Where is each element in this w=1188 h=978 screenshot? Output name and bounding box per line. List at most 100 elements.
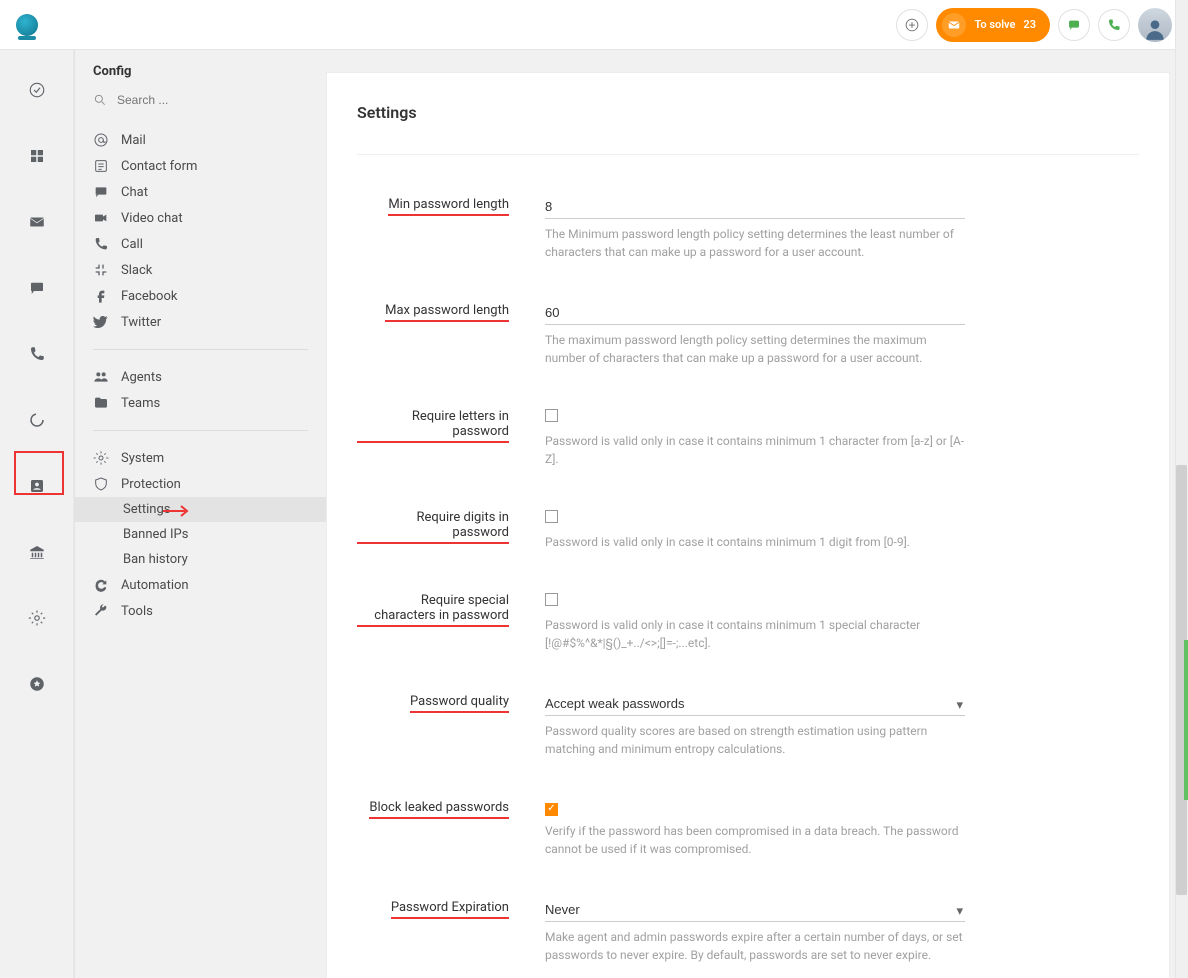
label-min-length: Min password length: [357, 197, 545, 216]
nav-mail[interactable]: Mail: [75, 127, 326, 153]
gear-icon: [93, 450, 109, 466]
add-button[interactable]: [896, 9, 928, 41]
people-icon: [93, 369, 109, 385]
nav-system[interactable]: System: [75, 445, 326, 471]
layout: Config Mail Contact form Chat Video chat…: [0, 50, 1188, 978]
row-quality: Password quality ▾ Password quality scor…: [357, 694, 1139, 758]
slack-icon: [93, 262, 109, 278]
rail-dashboard[interactable]: [17, 136, 57, 176]
main: Settings Min password length The Minimum…: [326, 50, 1188, 978]
nav-label: Ban history: [123, 552, 188, 567]
nav-call[interactable]: Call: [75, 231, 326, 257]
nav-label: Teams: [121, 396, 160, 411]
phone-button[interactable]: [1098, 9, 1130, 41]
help-min-length: The Minimum password length policy setti…: [545, 225, 965, 261]
checkbox-req-digits[interactable]: [545, 510, 558, 523]
phone-icon: [1107, 18, 1121, 32]
nav-label: Tools: [121, 604, 153, 619]
input-min-length[interactable]: [545, 197, 965, 219]
speech-icon: [28, 279, 46, 297]
rail-loading[interactable]: [17, 400, 57, 440]
chat-icon: [93, 184, 109, 200]
nav-label: Protection: [121, 477, 181, 492]
form-icon: [93, 158, 109, 174]
nav-contact-form[interactable]: Contact form: [75, 153, 326, 179]
nav-label: Call: [121, 237, 143, 252]
nav-slack[interactable]: Slack: [75, 257, 326, 283]
help-req-special: Password is valid only in case it contai…: [545, 616, 965, 652]
rail-bank[interactable]: [17, 532, 57, 572]
nav-tools[interactable]: Tools: [75, 598, 326, 624]
sidebar-channels: Mail Contact form Chat Video chat Call S…: [75, 119, 326, 343]
help-req-digits: Password is valid only in case it contai…: [545, 533, 965, 551]
rail-approve[interactable]: [17, 70, 57, 110]
nav-label: Contact form: [121, 159, 197, 174]
facebook-icon: [93, 288, 109, 304]
settings-panel: Settings Min password length The Minimum…: [326, 72, 1170, 978]
search-icon: [93, 93, 107, 107]
nav-ban-history[interactable]: Ban history: [75, 547, 326, 572]
sidebar-people: Agents Teams: [75, 356, 326, 424]
rail-contacts[interactable]: [17, 466, 57, 506]
bank-icon: [28, 543, 46, 561]
row-req-digits: Require digits in password Password is v…: [357, 510, 1139, 551]
shield-icon: [93, 476, 109, 492]
label-expiration: Password Expiration: [357, 900, 545, 919]
nav-automation[interactable]: Automation: [75, 572, 326, 598]
sidebar-search[interactable]: [75, 89, 326, 119]
nav-banned-ips[interactable]: Banned IPs: [75, 522, 326, 547]
help-req-letters: Password is valid only in case it contai…: [545, 432, 965, 468]
rail-settings[interactable]: [17, 598, 57, 638]
scrollbar[interactable]: [1175, 0, 1188, 978]
nav-teams[interactable]: Teams: [75, 390, 326, 416]
nav-label: Mail: [121, 133, 146, 148]
to-solve-pill[interactable]: To solve 23: [936, 8, 1050, 42]
help-block-leaked: Verify if the password has been compromi…: [545, 822, 965, 858]
panel-divider: [357, 154, 1139, 155]
divider: [93, 430, 308, 431]
row-req-letters: Require letters in password Password is …: [357, 409, 1139, 468]
refresh-icon: [93, 577, 109, 593]
sidebar-title: Config: [75, 64, 326, 79]
checkbox-req-special[interactable]: [545, 593, 558, 606]
row-max-length: Max password length The maximum password…: [357, 303, 1139, 367]
nav-facebook[interactable]: Facebook: [75, 283, 326, 309]
at-icon: [93, 132, 109, 148]
sidebar-system: System Protection Settings Banned IPs Ba…: [75, 437, 326, 632]
nav-settings[interactable]: Settings: [75, 497, 326, 522]
avatar[interactable]: [1138, 8, 1172, 42]
help-max-length: The maximum password length policy setti…: [545, 331, 965, 367]
left-rail: [0, 50, 74, 978]
input-max-length[interactable]: [545, 303, 965, 325]
rail-mail[interactable]: [17, 202, 57, 242]
wrench-icon: [93, 603, 109, 619]
nav-protection[interactable]: Protection: [75, 471, 326, 497]
nav-label: Twitter: [121, 315, 161, 330]
plus-circle-icon: [905, 18, 919, 32]
nav-label: Facebook: [121, 289, 177, 304]
select-quality[interactable]: [545, 694, 965, 716]
chat-button[interactable]: [1058, 9, 1090, 41]
nav-agents[interactable]: Agents: [75, 364, 326, 390]
nav-label: Video chat: [121, 211, 183, 226]
nav-label: Banned IPs: [123, 527, 188, 542]
rail-chat[interactable]: [17, 268, 57, 308]
nav-video-chat[interactable]: Video chat: [75, 205, 326, 231]
folder-icon: [93, 395, 109, 411]
row-block-leaked: Block leaked passwords Verify if the pas…: [357, 800, 1139, 858]
rail-phone[interactable]: [17, 334, 57, 374]
nav-label: System: [121, 451, 164, 466]
scrollbar-marker: [1184, 640, 1188, 800]
nav-chat[interactable]: Chat: [75, 179, 326, 205]
select-expiration[interactable]: [545, 900, 965, 922]
grid-icon: [28, 147, 46, 165]
rail-star[interactable]: [17, 664, 57, 704]
search-input[interactable]: [117, 93, 308, 107]
checkbox-req-letters[interactable]: [545, 409, 558, 422]
page-title: Settings: [357, 103, 1139, 122]
checkbox-block-leaked[interactable]: [545, 803, 558, 816]
chevron-down-icon: ▾: [956, 698, 963, 713]
label-block-leaked: Block leaked passwords: [357, 800, 545, 819]
nav-label: Slack: [121, 263, 152, 278]
nav-twitter[interactable]: Twitter: [75, 309, 326, 335]
